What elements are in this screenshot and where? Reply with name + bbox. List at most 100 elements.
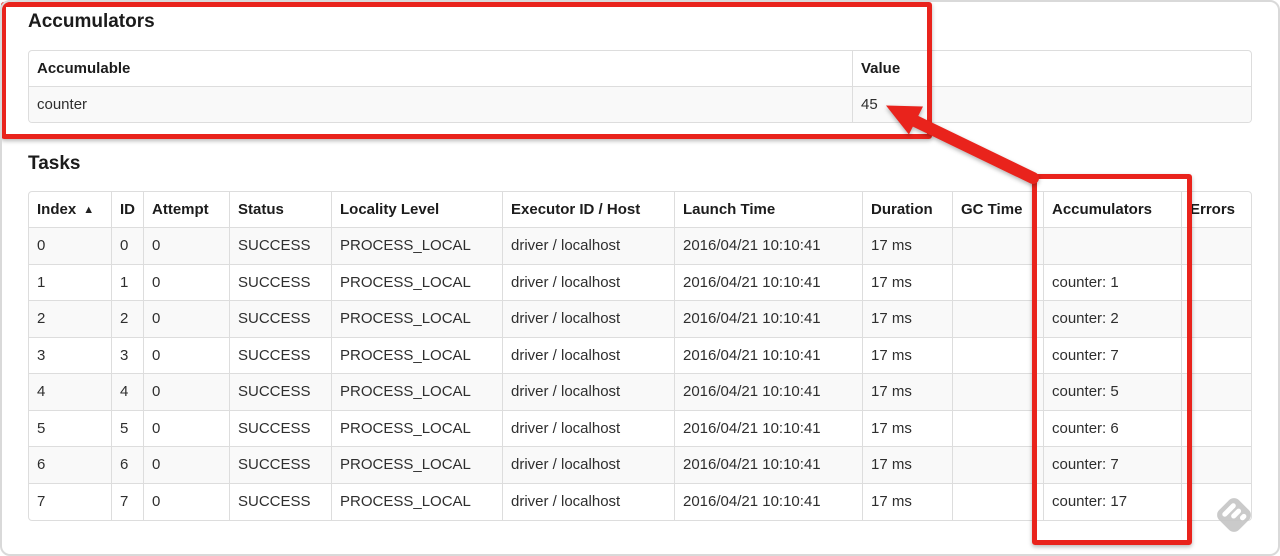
cell-executor_id_host: driver / localhost <box>503 410 675 447</box>
column-header-errors[interactable]: Errors <box>1182 192 1251 228</box>
cell-status: SUCCESS <box>230 337 332 374</box>
cell-locality_level: PROCESS_LOCAL <box>332 410 503 447</box>
cell-locality_level: PROCESS_LOCAL <box>332 264 503 301</box>
column-header-executor_id_host[interactable]: Executor ID / Host <box>503 192 675 228</box>
table-row: counter 45 <box>29 87 1251 122</box>
cell-gc_time <box>953 447 1044 484</box>
cell-attempt: 0 <box>144 264 230 301</box>
cell-attempt: 0 <box>144 483 230 520</box>
cell-id: 2 <box>112 301 144 338</box>
cell-executor_id_host: driver / localhost <box>503 228 675 265</box>
column-header-index[interactable]: Index ▲ <box>29 192 112 228</box>
cell-launch_time: 2016/04/21 10:10:41 <box>675 264 863 301</box>
cell-errors <box>1182 228 1251 265</box>
column-header-attempt[interactable]: Attempt <box>144 192 230 228</box>
cell-index: 5 <box>29 410 112 447</box>
cell-gc_time <box>953 301 1044 338</box>
cell-index: 6 <box>29 447 112 484</box>
tasks-section-title: Tasks <box>28 153 81 174</box>
cell-gc_time <box>953 410 1044 447</box>
cell-launch_time: 2016/04/21 10:10:41 <box>675 447 863 484</box>
cell-errors <box>1182 265 1251 301</box>
cell-status: SUCCESS <box>230 374 332 411</box>
cell-errors <box>1182 374 1251 411</box>
cell-status: SUCCESS <box>230 301 332 338</box>
column-header-label: Accumulators <box>1052 201 1153 218</box>
column-header-gc_time[interactable]: GC Time <box>953 192 1044 228</box>
column-header-status[interactable]: Status <box>230 192 332 228</box>
table-row: 7 7 0 SUCCESS PROCESS_LOCAL driver / localhos… <box>29 483 1251 521</box>
cell-duration: 17 ms <box>863 483 953 520</box>
column-header-label: ID <box>120 201 135 218</box>
cell-errors <box>1182 484 1251 521</box>
cell-executor_id_host: driver / localhost <box>503 483 675 520</box>
column-header-id[interactable]: ID <box>112 192 144 228</box>
cell-executor_id_host: driver / localhost <box>503 337 675 374</box>
cell-accumulators: counter: 6 <box>1044 410 1182 447</box>
column-header-label: Errors <box>1190 201 1236 218</box>
cell-status: SUCCESS <box>230 483 332 520</box>
cell-index: 2 <box>29 301 112 338</box>
cell-accumulators: counter: 17 <box>1044 483 1182 520</box>
cell-gc_time <box>953 228 1044 265</box>
column-header-accumulators[interactable]: Accumulators <box>1044 192 1182 228</box>
cell-gc_time <box>953 483 1044 520</box>
accumulators-table: Accumulable Value counter 45 <box>28 50 1252 123</box>
column-header-label: Accumulable <box>37 60 131 77</box>
cell-executor_id_host: driver / localhost <box>503 374 675 411</box>
table-row: 6 6 0 SUCCESS PROCESS_LOCAL driver / localhos… <box>29 447 1251 484</box>
column-header-label: GC Time <box>961 201 1023 218</box>
cell-id: 6 <box>112 447 144 484</box>
cell-index: 0 <box>29 228 112 265</box>
table-row: 2 2 0 SUCCESS PROCESS_LOCAL driver / localhos… <box>29 301 1251 338</box>
cell-index: 7 <box>29 483 112 520</box>
column-header-value[interactable]: Value <box>853 51 1251 87</box>
cell-executor_id_host: driver / localhost <box>503 301 675 338</box>
table-row: 5 5 0 SUCCESS PROCESS_LOCAL driver / localhos… <box>29 410 1251 447</box>
cell-id: 1 <box>112 264 144 301</box>
column-header-label: Launch Time <box>683 201 776 218</box>
cell-id: 4 <box>112 374 144 411</box>
cell-status: SUCCESS <box>230 410 332 447</box>
cell-launch_time: 2016/04/21 10:10:41 <box>675 374 863 411</box>
cell-id: 0 <box>112 228 144 265</box>
cell-attempt: 0 <box>144 228 230 265</box>
table-row: 1 1 0 SUCCESS PROCESS_LOCAL driver / localhos… <box>29 264 1251 301</box>
table-row: 0 0 0 SUCCESS PROCESS_LOCAL driver / localhos… <box>29 228 1251 265</box>
cell-accumulators: counter: 2 <box>1044 301 1182 338</box>
cell-id: 7 <box>112 483 144 520</box>
cell-id: 3 <box>112 337 144 374</box>
table-row: 3 3 0 SUCCESS PROCESS_LOCAL driver / localhos… <box>29 337 1251 374</box>
cell-launch_time: 2016/04/21 10:10:41 <box>675 337 863 374</box>
cell-executor_id_host: driver / localhost <box>503 447 675 484</box>
column-header-label: Duration <box>871 201 933 218</box>
tasks-header-row: Index ▲ ID Attempt Status Locality Level Execu… <box>29 192 1251 228</box>
cell-index: 3 <box>29 337 112 374</box>
cell-locality_level: PROCESS_LOCAL <box>332 301 503 338</box>
cell-attempt: 0 <box>144 337 230 374</box>
cell-accumulators: counter: 7 <box>1044 337 1182 374</box>
cell-value: 45 <box>861 96 878 113</box>
cell-launch_time: 2016/04/21 10:10:41 <box>675 483 863 520</box>
column-header-label: Locality Level <box>340 201 440 218</box>
cell-launch_time: 2016/04/21 10:10:41 <box>675 410 863 447</box>
tasks-table: Index ▲ ID Attempt Status Locality Level Execu… <box>28 191 1252 521</box>
column-header-label: Index <box>37 201 77 218</box>
cell-launch_time: 2016/04/21 10:10:41 <box>675 228 863 265</box>
cell-locality_level: PROCESS_LOCAL <box>332 337 503 374</box>
cell-errors <box>1182 447 1251 484</box>
column-header-label: Status <box>238 201 284 218</box>
column-header-accumulable[interactable]: Accumulable <box>29 51 853 87</box>
cell-duration: 17 ms <box>863 447 953 484</box>
column-header-label: Executor ID / Host <box>511 201 641 218</box>
cell-gc_time <box>953 374 1044 411</box>
cell-gc_time <box>953 337 1044 374</box>
column-header-duration[interactable]: Duration <box>863 192 953 228</box>
cell-accumulable: counter <box>29 87 853 122</box>
cell-duration: 17 ms <box>863 301 953 338</box>
column-header-locality_level[interactable]: Locality Level <box>332 192 503 228</box>
cell-attempt: 0 <box>144 410 230 447</box>
column-header-launch_time[interactable]: Launch Time <box>675 192 863 228</box>
cell-duration: 17 ms <box>863 374 953 411</box>
cell-status: SUCCESS <box>230 228 332 265</box>
